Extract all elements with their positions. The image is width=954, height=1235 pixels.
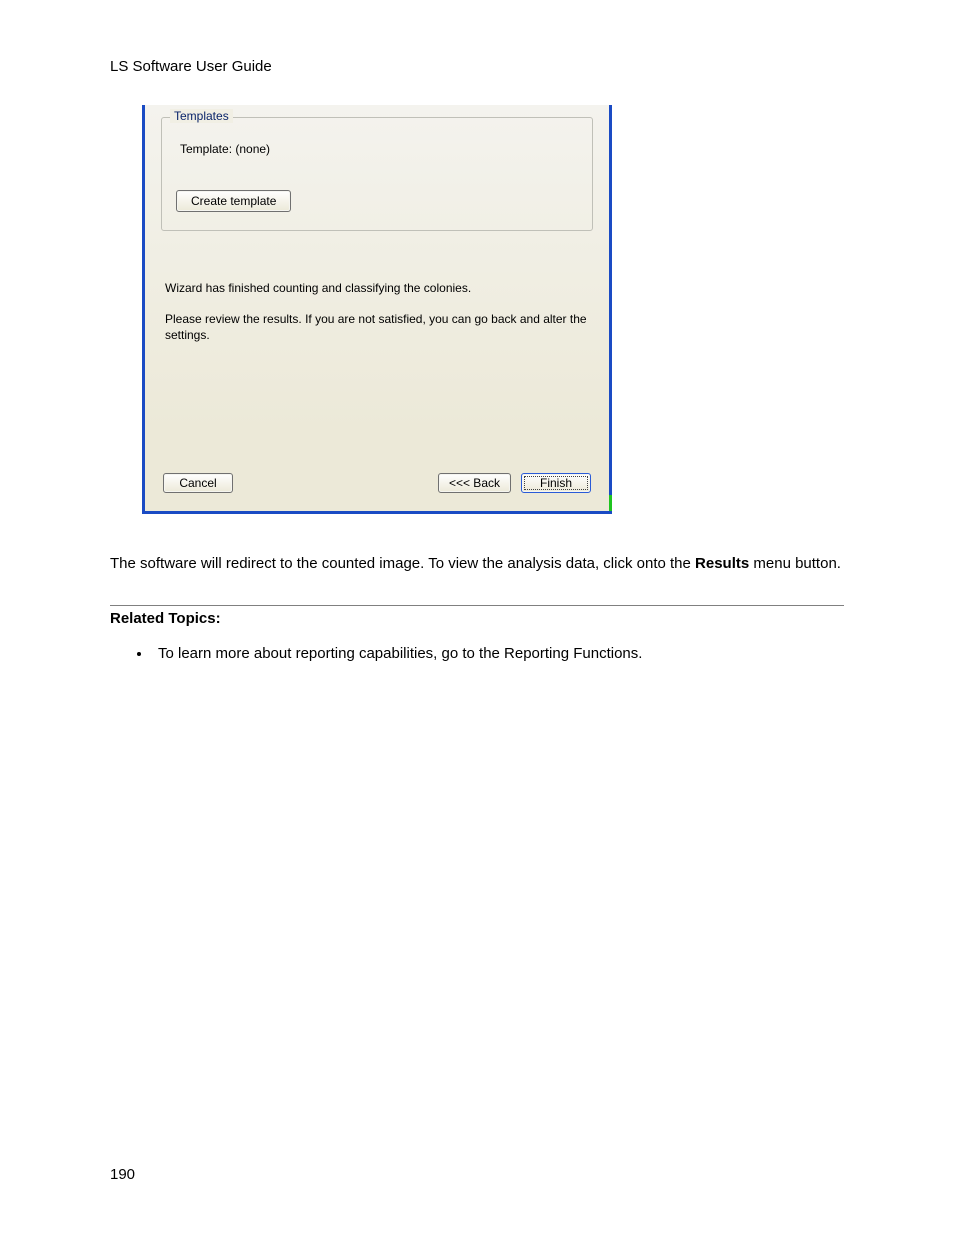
decorative-sliver [609, 495, 612, 511]
wizard-screenshot: Templates Template: (none) Create templa… [142, 105, 612, 514]
template-value-label: Template: (none) [180, 142, 578, 156]
doc-header: LS Software User Guide [110, 58, 844, 75]
cancel-button[interactable]: Cancel [163, 473, 233, 493]
related-topics-list: To learn more about reporting capabiliti… [152, 645, 844, 662]
wizard-message-1: Wizard has finished counting and classif… [165, 281, 595, 295]
wizard-button-row: Cancel <<< Back Finish [159, 473, 595, 497]
body-text-pre: The software will redirect to the counte… [110, 555, 695, 572]
body-text-post: menu button. [749, 555, 841, 572]
wizard-dialog: Templates Template: (none) Create templa… [142, 105, 612, 514]
related-topics-heading: Related Topics: [110, 610, 844, 627]
create-template-button[interactable]: Create template [176, 190, 291, 212]
body-text-bold: Results [695, 555, 749, 572]
separator [110, 605, 844, 606]
wizard-message-2: Please review the results. If you are no… [165, 311, 595, 343]
finish-button[interactable]: Finish [521, 473, 591, 493]
back-button[interactable]: <<< Back [438, 473, 511, 493]
templates-legend: Templates [170, 109, 233, 123]
page-number: 190 [110, 1166, 135, 1183]
list-item: To learn more about reporting capabiliti… [152, 645, 844, 662]
body-paragraph: The software will redirect to the counte… [110, 554, 844, 574]
templates-group: Templates Template: (none) Create templa… [161, 117, 593, 231]
